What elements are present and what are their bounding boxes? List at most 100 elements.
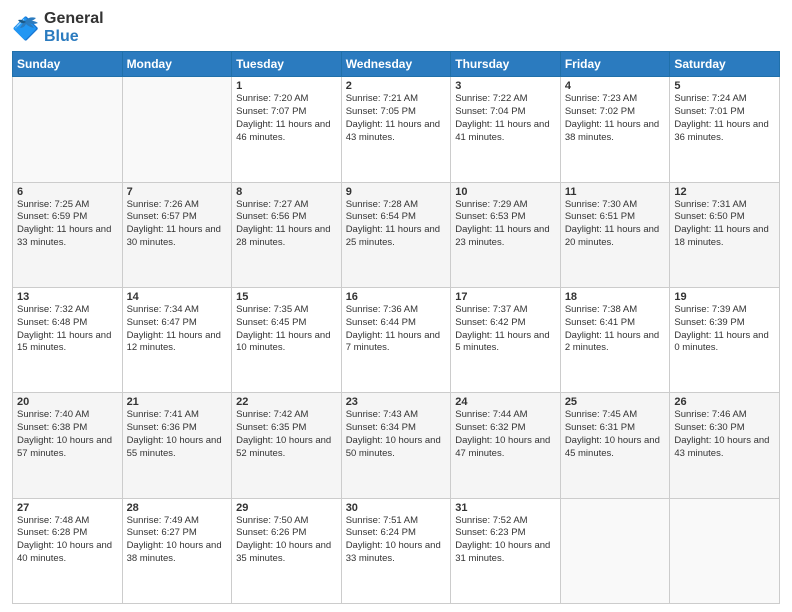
day-number: 23 bbox=[346, 396, 447, 408]
calendar-cell: 14Sunrise: 7:34 AMSunset: 6:47 PMDayligh… bbox=[122, 287, 232, 392]
day-number: 4 bbox=[565, 80, 666, 92]
day-info: Sunrise: 7:26 AMSunset: 6:57 PMDaylight:… bbox=[127, 199, 228, 250]
weekday-header: Wednesday bbox=[341, 52, 451, 77]
day-number: 3 bbox=[455, 80, 556, 92]
day-info: Sunrise: 7:43 AMSunset: 6:34 PMDaylight:… bbox=[346, 409, 447, 460]
day-number: 28 bbox=[127, 502, 228, 514]
day-number: 22 bbox=[236, 396, 337, 408]
calendar-week-row: 6Sunrise: 7:25 AMSunset: 6:59 PMDaylight… bbox=[13, 182, 780, 287]
day-info: Sunrise: 7:24 AMSunset: 7:01 PMDaylight:… bbox=[674, 93, 775, 144]
calendar-cell: 24Sunrise: 7:44 AMSunset: 6:32 PMDayligh… bbox=[451, 393, 561, 498]
calendar-cell: 12Sunrise: 7:31 AMSunset: 6:50 PMDayligh… bbox=[670, 182, 780, 287]
calendar-cell: 22Sunrise: 7:42 AMSunset: 6:35 PMDayligh… bbox=[232, 393, 342, 498]
calendar-cell: 29Sunrise: 7:50 AMSunset: 6:26 PMDayligh… bbox=[232, 498, 342, 603]
day-info: Sunrise: 7:40 AMSunset: 6:38 PMDaylight:… bbox=[17, 409, 118, 460]
day-info: Sunrise: 7:25 AMSunset: 6:59 PMDaylight:… bbox=[17, 199, 118, 250]
day-info: Sunrise: 7:29 AMSunset: 6:53 PMDaylight:… bbox=[455, 199, 556, 250]
day-info: Sunrise: 7:44 AMSunset: 6:32 PMDaylight:… bbox=[455, 409, 556, 460]
calendar-cell: 20Sunrise: 7:40 AMSunset: 6:38 PMDayligh… bbox=[13, 393, 123, 498]
day-info: Sunrise: 7:52 AMSunset: 6:23 PMDaylight:… bbox=[455, 515, 556, 566]
day-number: 15 bbox=[236, 291, 337, 303]
calendar-cell: 23Sunrise: 7:43 AMSunset: 6:34 PMDayligh… bbox=[341, 393, 451, 498]
calendar-cell: 17Sunrise: 7:37 AMSunset: 6:42 PMDayligh… bbox=[451, 287, 561, 392]
calendar-cell: 8Sunrise: 7:27 AMSunset: 6:56 PMDaylight… bbox=[232, 182, 342, 287]
day-number: 30 bbox=[346, 502, 447, 514]
calendar-cell: 1Sunrise: 7:20 AMSunset: 7:07 PMDaylight… bbox=[232, 77, 342, 182]
day-info: Sunrise: 7:48 AMSunset: 6:28 PMDaylight:… bbox=[17, 515, 118, 566]
calendar-cell: 13Sunrise: 7:32 AMSunset: 6:48 PMDayligh… bbox=[13, 287, 123, 392]
calendar-cell: 3Sunrise: 7:22 AMSunset: 7:04 PMDaylight… bbox=[451, 77, 561, 182]
weekday-header: Friday bbox=[560, 52, 670, 77]
calendar-week-row: 13Sunrise: 7:32 AMSunset: 6:48 PMDayligh… bbox=[13, 287, 780, 392]
day-number: 7 bbox=[127, 186, 228, 198]
weekday-header: Thursday bbox=[451, 52, 561, 77]
day-info: Sunrise: 7:50 AMSunset: 6:26 PMDaylight:… bbox=[236, 515, 337, 566]
calendar-cell: 19Sunrise: 7:39 AMSunset: 6:39 PMDayligh… bbox=[670, 287, 780, 392]
calendar-cell: 21Sunrise: 7:41 AMSunset: 6:36 PMDayligh… bbox=[122, 393, 232, 498]
day-number: 1 bbox=[236, 80, 337, 92]
day-number: 12 bbox=[674, 186, 775, 198]
day-number: 29 bbox=[236, 502, 337, 514]
day-info: Sunrise: 7:35 AMSunset: 6:45 PMDaylight:… bbox=[236, 304, 337, 355]
weekday-header: Tuesday bbox=[232, 52, 342, 77]
day-info: Sunrise: 7:49 AMSunset: 6:27 PMDaylight:… bbox=[127, 515, 228, 566]
weekday-header: Monday bbox=[122, 52, 232, 77]
day-number: 25 bbox=[565, 396, 666, 408]
day-number: 11 bbox=[565, 186, 666, 198]
day-info: Sunrise: 7:46 AMSunset: 6:30 PMDaylight:… bbox=[674, 409, 775, 460]
calendar-body: 1Sunrise: 7:20 AMSunset: 7:07 PMDaylight… bbox=[13, 77, 780, 604]
calendar-cell: 15Sunrise: 7:35 AMSunset: 6:45 PMDayligh… bbox=[232, 287, 342, 392]
logo-blue: Blue bbox=[44, 28, 104, 46]
svg-text:🔷: 🔷 bbox=[12, 16, 39, 41]
logo-general: General bbox=[44, 10, 104, 28]
day-number: 26 bbox=[674, 396, 775, 408]
calendar-cell: 6Sunrise: 7:25 AMSunset: 6:59 PMDaylight… bbox=[13, 182, 123, 287]
day-number: 16 bbox=[346, 291, 447, 303]
calendar-cell: 18Sunrise: 7:38 AMSunset: 6:41 PMDayligh… bbox=[560, 287, 670, 392]
day-number: 31 bbox=[455, 502, 556, 514]
day-number: 19 bbox=[674, 291, 775, 303]
day-number: 20 bbox=[17, 396, 118, 408]
day-number: 8 bbox=[236, 186, 337, 198]
logo: 🔷 General Blue bbox=[12, 10, 104, 45]
day-info: Sunrise: 7:32 AMSunset: 6:48 PMDaylight:… bbox=[17, 304, 118, 355]
calendar-cell: 10Sunrise: 7:29 AMSunset: 6:53 PMDayligh… bbox=[451, 182, 561, 287]
calendar-cell bbox=[670, 498, 780, 603]
calendar-cell: 2Sunrise: 7:21 AMSunset: 7:05 PMDaylight… bbox=[341, 77, 451, 182]
day-number: 18 bbox=[565, 291, 666, 303]
calendar-week-row: 27Sunrise: 7:48 AMSunset: 6:28 PMDayligh… bbox=[13, 498, 780, 603]
day-number: 24 bbox=[455, 396, 556, 408]
day-number: 17 bbox=[455, 291, 556, 303]
day-info: Sunrise: 7:36 AMSunset: 6:44 PMDaylight:… bbox=[346, 304, 447, 355]
day-info: Sunrise: 7:51 AMSunset: 6:24 PMDaylight:… bbox=[346, 515, 447, 566]
day-number: 5 bbox=[674, 80, 775, 92]
day-info: Sunrise: 7:23 AMSunset: 7:02 PMDaylight:… bbox=[565, 93, 666, 144]
calendar-cell: 30Sunrise: 7:51 AMSunset: 6:24 PMDayligh… bbox=[341, 498, 451, 603]
day-info: Sunrise: 7:27 AMSunset: 6:56 PMDaylight:… bbox=[236, 199, 337, 250]
day-number: 6 bbox=[17, 186, 118, 198]
day-number: 21 bbox=[127, 396, 228, 408]
calendar-header-row: SundayMondayTuesdayWednesdayThursdayFrid… bbox=[13, 52, 780, 77]
calendar-week-row: 20Sunrise: 7:40 AMSunset: 6:38 PMDayligh… bbox=[13, 393, 780, 498]
logo-icon: 🔷 bbox=[12, 14, 40, 42]
weekday-header: Sunday bbox=[13, 52, 123, 77]
day-number: 13 bbox=[17, 291, 118, 303]
day-info: Sunrise: 7:39 AMSunset: 6:39 PMDaylight:… bbox=[674, 304, 775, 355]
calendar-cell: 16Sunrise: 7:36 AMSunset: 6:44 PMDayligh… bbox=[341, 287, 451, 392]
day-number: 10 bbox=[455, 186, 556, 198]
day-info: Sunrise: 7:20 AMSunset: 7:07 PMDaylight:… bbox=[236, 93, 337, 144]
day-number: 27 bbox=[17, 502, 118, 514]
calendar-cell: 27Sunrise: 7:48 AMSunset: 6:28 PMDayligh… bbox=[13, 498, 123, 603]
calendar-cell bbox=[122, 77, 232, 182]
day-info: Sunrise: 7:34 AMSunset: 6:47 PMDaylight:… bbox=[127, 304, 228, 355]
day-info: Sunrise: 7:28 AMSunset: 6:54 PMDaylight:… bbox=[346, 199, 447, 250]
calendar-cell: 28Sunrise: 7:49 AMSunset: 6:27 PMDayligh… bbox=[122, 498, 232, 603]
calendar: SundayMondayTuesdayWednesdayThursdayFrid… bbox=[12, 51, 780, 604]
calendar-cell: 7Sunrise: 7:26 AMSunset: 6:57 PMDaylight… bbox=[122, 182, 232, 287]
day-info: Sunrise: 7:30 AMSunset: 6:51 PMDaylight:… bbox=[565, 199, 666, 250]
calendar-week-row: 1Sunrise: 7:20 AMSunset: 7:07 PMDaylight… bbox=[13, 77, 780, 182]
calendar-cell: 5Sunrise: 7:24 AMSunset: 7:01 PMDaylight… bbox=[670, 77, 780, 182]
calendar-cell bbox=[13, 77, 123, 182]
calendar-cell: 11Sunrise: 7:30 AMSunset: 6:51 PMDayligh… bbox=[560, 182, 670, 287]
day-info: Sunrise: 7:37 AMSunset: 6:42 PMDaylight:… bbox=[455, 304, 556, 355]
